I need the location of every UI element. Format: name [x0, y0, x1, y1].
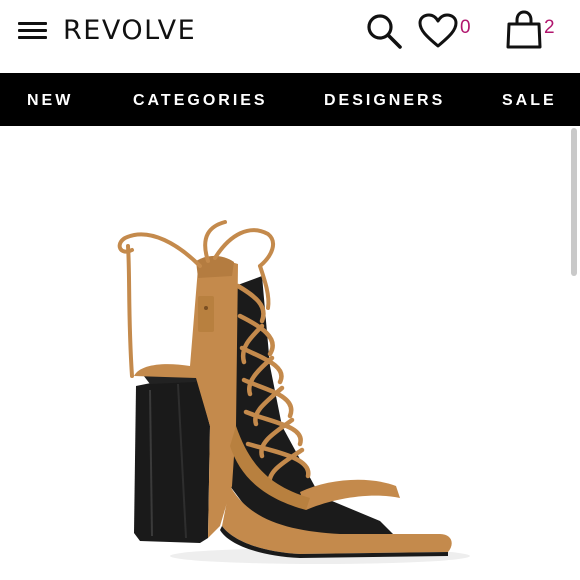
nav-item-designers[interactable]: DESIGNERS — [324, 92, 445, 110]
top-header: REVOLVE 0 2 — [0, 0, 580, 73]
shopping-bag-icon[interactable] — [505, 10, 543, 50]
wishlist-count: 0 — [460, 17, 471, 38]
nav-item-sale[interactable]: SALE — [502, 92, 557, 110]
nav-item-new[interactable]: NEW — [27, 92, 73, 110]
bag-count: 2 — [544, 17, 555, 38]
heart-icon[interactable] — [418, 13, 458, 49]
hamburger-menu-icon[interactable] — [18, 20, 48, 42]
nav-item-categories[interactable]: CATEGORIES — [133, 92, 268, 110]
search-icon[interactable] — [364, 11, 404, 51]
brand-logo[interactable]: REVOLVE — [63, 15, 196, 46]
product-image[interactable] — [0, 126, 580, 580]
main-nav: NEW CATEGORIES DESIGNERS SALE — [0, 73, 580, 126]
